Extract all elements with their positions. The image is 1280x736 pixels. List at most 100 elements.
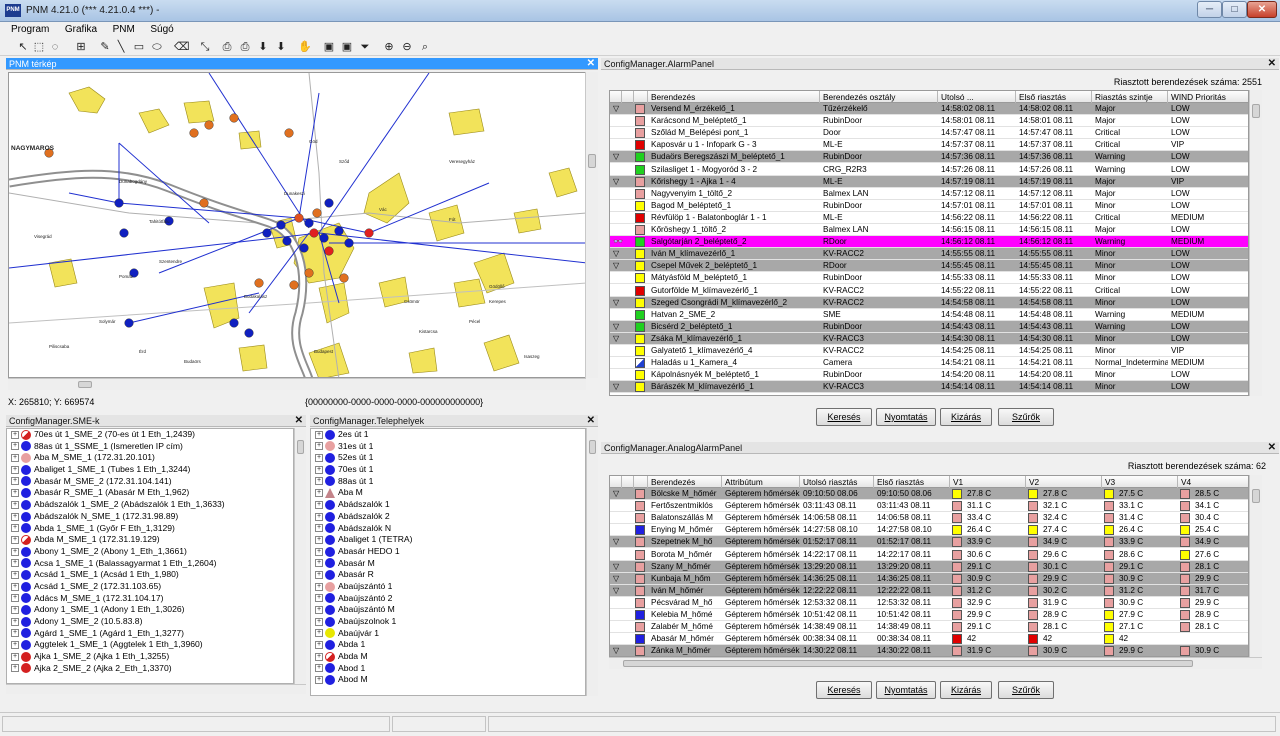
alarm-column-header[interactable]: Utolsó ...	[938, 91, 1016, 103]
analog-flag-icon[interactable]	[610, 549, 634, 561]
site-tree-item[interactable]: + Abaliget 1 (TETRA)	[311, 534, 585, 546]
alarm-row[interactable]: Nagyvenyim 1_töltő_2 Balmex LAN 14:57:12 0…	[610, 188, 1248, 200]
alarm-flag-icon[interactable]	[610, 188, 634, 200]
expand-icon[interactable]: +	[11, 652, 19, 661]
zoom-out-icon[interactable]: ⊖	[400, 40, 414, 54]
site-tree-item[interactable]: + Abaújszántó M	[311, 604, 585, 616]
expand-icon[interactable]: +	[11, 512, 19, 521]
analog-print-button[interactable]: Nyomtatás	[876, 681, 936, 699]
map-vertical-scrollbar[interactable]	[585, 72, 598, 378]
analog-flag-icon[interactable]	[610, 621, 634, 633]
analog-panel-close-icon[interactable]: ✕	[1268, 442, 1276, 454]
site-tree-item[interactable]: + Abod M	[311, 674, 585, 686]
zoom-in-icon[interactable]: ⊕	[382, 40, 396, 54]
sme-tree-item[interactable]: + Abony 1_SME_2 (Abony 1_Eth_1,3661)	[7, 546, 293, 558]
layer-add-icon[interactable]: ▣	[322, 40, 336, 54]
alarm-flag-icon[interactable]: ▽	[610, 381, 634, 393]
analog-flag-icon[interactable]	[610, 633, 634, 645]
map-vscroll-thumb[interactable]	[588, 154, 596, 168]
alarm-search-button[interactable]: Keresés	[816, 408, 872, 426]
expand-icon[interactable]: +	[11, 629, 19, 638]
analog-row[interactable]: ▽ Szepetnek M_hő Gépterem hőmérsék 01:52:17…	[610, 536, 1248, 549]
rect-select-icon[interactable]: ⬚	[32, 40, 46, 54]
maximize-button[interactable]: □	[1222, 1, 1247, 18]
expand-icon[interactable]: +	[315, 547, 323, 556]
alarm-flag-icon[interactable]: ▽	[610, 260, 634, 272]
analog-flag-icon[interactable]: ▽	[610, 561, 634, 573]
alarm-column-header[interactable]: WIND Prioritás	[1168, 91, 1248, 103]
print-preview-icon[interactable]: ⎙	[238, 40, 252, 54]
alarm-column-header-blank[interactable]	[610, 91, 622, 103]
alarm-row[interactable]: ▽ Szeged Csongrádi M_klímavezérlő_2 KV-RAC…	[610, 296, 1248, 309]
expand-icon[interactable]: +	[11, 500, 19, 509]
sme-tree-item[interactable]: + Acsád 1_SME_1 (Acsád 1 Eth_1,980)	[7, 569, 293, 581]
expand-icon[interactable]: +	[315, 454, 323, 463]
expand-icon[interactable]: +	[11, 617, 19, 626]
site-tree-item[interactable]: + Abda 1	[311, 639, 585, 651]
alarm-grid[interactable]: Berendezés Berendezés osztály Utolsó ... El…	[609, 90, 1249, 396]
map-drawing[interactable]: NAGYMAROS Visegrád Vác Fót Gödöllő Dunakeszi S…	[9, 73, 586, 378]
sme-tree-item[interactable]: + Acsád 1_SME_2 (172.31.103.65)	[7, 581, 293, 593]
site-tree-item[interactable]: +52es út 1	[311, 452, 585, 464]
alarm-row[interactable]: Kőröshegy 1_töltő_2 Balmex LAN 14:56:15 08…	[610, 224, 1248, 237]
zoom-icon[interactable]: ⌕	[418, 40, 432, 54]
expand-icon[interactable]: +	[315, 489, 323, 498]
expand-icon[interactable]: +	[315, 594, 323, 603]
site-tree-item[interactable]: + Abasár HEDO 1	[311, 546, 585, 558]
expand-icon[interactable]: +	[11, 442, 19, 451]
site-tree-item[interactable]: + Abda M	[311, 651, 585, 663]
expand-icon[interactable]: +	[315, 664, 323, 673]
expand-icon[interactable]: +	[315, 652, 323, 661]
alarm-vertical-scrollbar[interactable]	[1249, 90, 1262, 396]
alarm-row[interactable]: Kaposvár u 1 - Infopark G - 3 ML-E 14:57:3…	[610, 139, 1248, 152]
alarm-flag-icon[interactable]	[610, 357, 634, 369]
sme-tree-item[interactable]: + Aba M_SME_1 (172.31.20.101)	[7, 452, 293, 464]
alarm-flag-icon[interactable]	[610, 272, 634, 284]
close-button[interactable]: ✕	[1247, 1, 1277, 18]
analog-row[interactable]: ▽ Zánka M_hőmér Gépterem hőmérsék 14:30:22 …	[610, 645, 1248, 656]
site-tree-item[interactable]: +88as út 1	[311, 476, 585, 488]
site-tree-item[interactable]: + Abasár M	[311, 558, 585, 570]
site-tree-item[interactable]: + Abasár R	[311, 569, 585, 581]
site-tree-item[interactable]: + Abádszalók N	[311, 523, 585, 535]
expand-icon[interactable]: +	[315, 465, 323, 474]
analog-flag-icon[interactable]	[610, 500, 634, 512]
expand-icon[interactable]: +	[11, 489, 19, 498]
expand-icon[interactable]: +	[315, 477, 323, 486]
alarm-row[interactable]: ▽ Zsáka M_klímavezérlő_1 KV-RACC3 14:54:30 …	[610, 332, 1248, 345]
sme-vertical-scrollbar[interactable]	[294, 428, 306, 684]
alarm-column-header-blank[interactable]	[634, 91, 648, 103]
alarm-row[interactable]: ▽ Iván M_klímavezérlő_1 KV-RACC2 14:55:55 0…	[610, 248, 1248, 261]
expand-icon[interactable]: +	[11, 524, 19, 533]
alarm-row[interactable]: ▽ Bicsérd 2_beléptető_1 RubinDoor 14:54:43 …	[610, 320, 1248, 333]
analog-flag-icon[interactable]: ▽	[610, 573, 634, 585]
sme-tree-item[interactable]: + Abda M_SME_1 (172.31.19.129)	[7, 534, 293, 546]
analog-flag-icon[interactable]: ▽	[610, 645, 634, 656]
expand-icon[interactable]: +	[11, 559, 19, 568]
analog-flag-icon[interactable]	[610, 597, 634, 609]
export-wmf-icon[interactable]: ⬇	[274, 40, 288, 54]
connect-tool-icon[interactable]: ⤡	[198, 40, 212, 54]
analog-row[interactable]: Zalabér M_hőmé Gépterem hőmérsék 14:38:49 …	[610, 621, 1248, 634]
alarm-row[interactable]: Hatvan 2_SME_2 SME 14:54:48 08.11 14:54:48 …	[610, 309, 1248, 321]
expand-icon[interactable]: +	[315, 512, 323, 521]
expand-icon[interactable]: +	[11, 641, 19, 650]
analog-row[interactable]: ▽ Bölcske M_hőmér Gépterem hőmérsék 09:10:5…	[610, 488, 1248, 501]
sme-tree-item[interactable]: + Abádszalók 1_SME_2 (Abádszalók 1 Eth_1,…	[7, 499, 293, 511]
analog-flag-icon[interactable]: ▽	[610, 536, 634, 548]
analog-row[interactable]: Enying M_hőmér Gépterem hőmérsék 14:27:58 …	[610, 524, 1248, 537]
expand-icon[interactable]: +	[315, 500, 323, 509]
alarm-flag-icon[interactable]	[610, 285, 634, 297]
expand-icon[interactable]: +	[315, 570, 323, 579]
map-canvas[interactable]: NAGYMAROS Visegrád Vác Fót Gödöllő Dunakeszi S…	[8, 72, 586, 378]
analog-flag-icon[interactable]: ▽	[610, 585, 634, 597]
sme-vscroll-thumb[interactable]	[297, 440, 304, 454]
alarm-flag-icon[interactable]	[610, 212, 634, 224]
analog-row[interactable]: Fertőszentmiklós Gépterem hőmérsék 03:11:4…	[610, 500, 1248, 513]
sme-tree-item[interactable]: +70es út 1_SME_2 (70-es út 1 Eth_1,2439)	[7, 429, 293, 441]
analog-column-header[interactable]: V3	[1102, 476, 1178, 488]
expand-icon[interactable]: +	[11, 594, 19, 603]
alarm-flag-icon[interactable]	[610, 115, 634, 127]
alarm-row[interactable]: ▽ Kőrishegy 1 - Ajka 1 - 4 ML-E 14:57:19 08…	[610, 175, 1248, 188]
alarm-flag-icon[interactable]	[610, 309, 634, 321]
